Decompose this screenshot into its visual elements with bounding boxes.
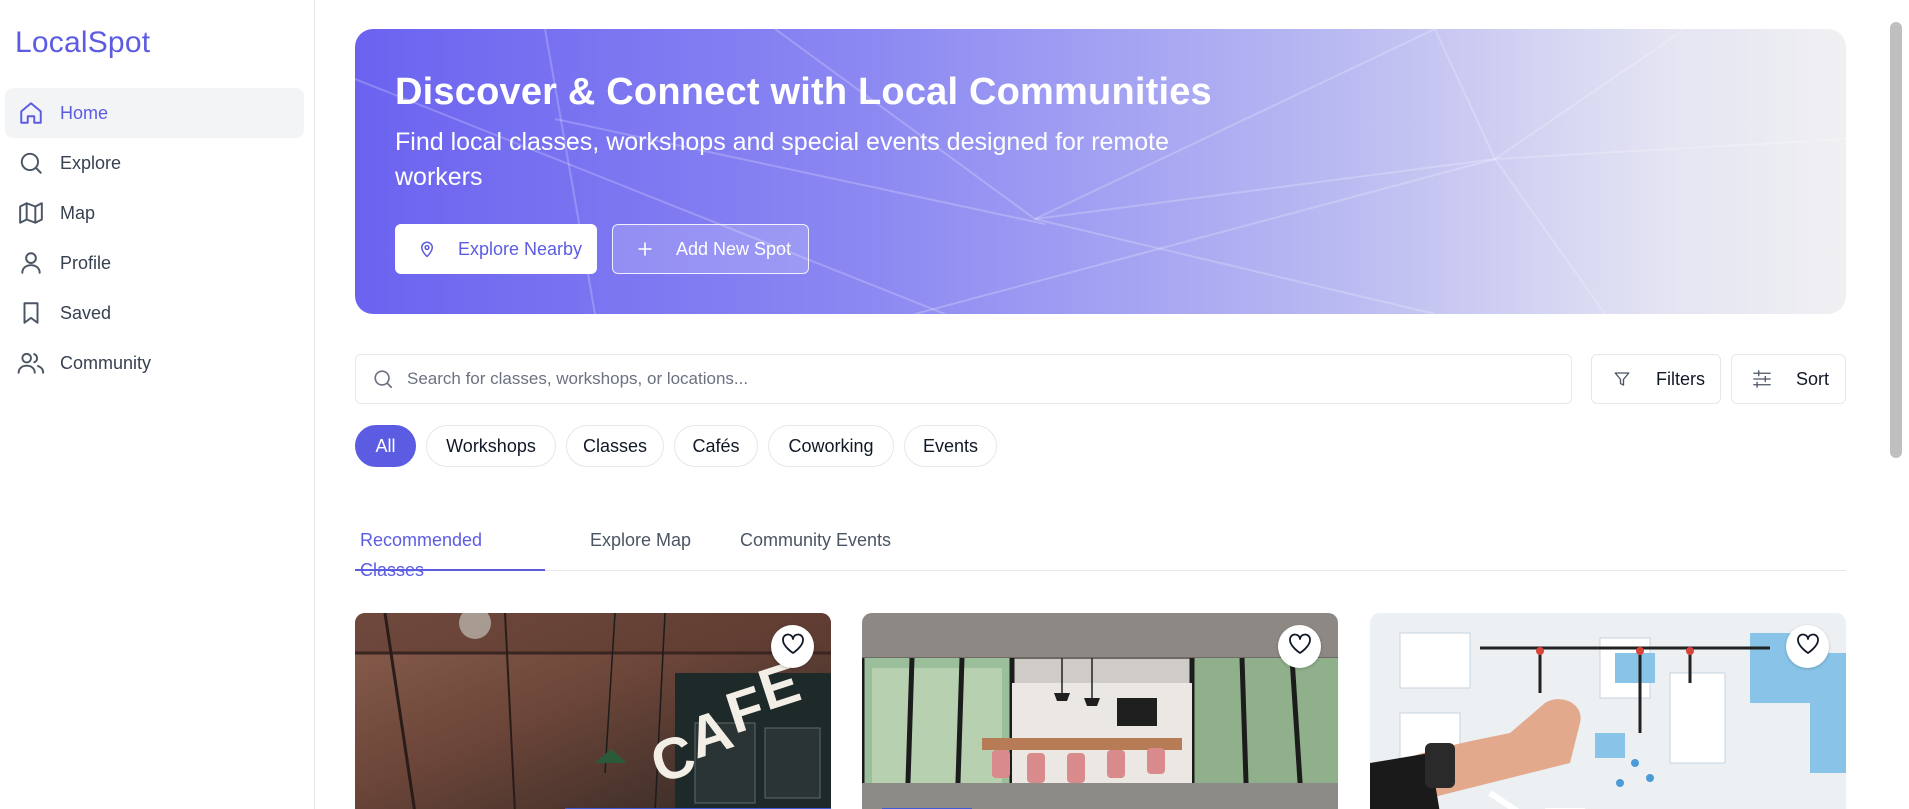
chip-workshops[interactable]: Workshops xyxy=(426,425,556,467)
heart-icon xyxy=(1796,633,1820,660)
sliders-icon xyxy=(1752,369,1772,389)
heart-icon xyxy=(781,633,805,660)
chip-classes[interactable]: Classes xyxy=(566,425,664,467)
bookmark-icon xyxy=(16,298,46,328)
sidebar-nav: Home Explore Map Profile Saved Community xyxy=(5,88,304,388)
filters-label: Filters xyxy=(1656,368,1705,389)
users-icon xyxy=(16,348,46,378)
user-icon xyxy=(16,248,46,278)
class-card[interactable]: C A F E xyxy=(355,613,831,809)
sort-label: Sort xyxy=(1796,368,1830,389)
content-tabs: Recommended Classes Explore Map Communit… xyxy=(355,525,1846,580)
sidebar-item-label: Home xyxy=(60,102,109,123)
sidebar: LocalSpot Home Explore Map Profile Saved… xyxy=(0,0,315,809)
sidebar-item-label: Saved xyxy=(60,302,112,323)
cafe-photo: C A F E xyxy=(355,613,831,809)
favorite-button[interactable] xyxy=(771,625,814,668)
sidebar-item-home[interactable]: Home xyxy=(5,88,304,138)
sidebar-item-label: Explore xyxy=(60,152,122,173)
sidebar-item-label: Community xyxy=(60,352,152,373)
add-new-spot-button[interactable]: Add New Spot xyxy=(612,224,809,274)
class-card[interactable] xyxy=(1370,613,1846,809)
explore-nearby-label: Explore Nearby xyxy=(458,238,583,259)
hero-title: Discover & Connect with Local Communitie… xyxy=(395,71,1212,113)
map-icon xyxy=(16,198,46,228)
main-content: Discover & Connect with Local Communitie… xyxy=(355,29,1846,809)
search-icon xyxy=(371,367,395,391)
whiteboard-planning-photo xyxy=(1370,613,1846,809)
sidebar-item-explore[interactable]: Explore xyxy=(5,138,304,188)
plus-icon xyxy=(635,239,655,259)
search-bar[interactable] xyxy=(355,354,1572,404)
sidebar-item-label: Profile xyxy=(60,252,112,273)
hero-banner: Discover & Connect with Local Communitie… xyxy=(355,29,1846,314)
explore-nearby-button[interactable]: Explore Nearby xyxy=(395,224,597,274)
search-icon xyxy=(16,148,46,178)
brand-logo[interactable]: LocalSpot xyxy=(15,26,150,60)
category-chips: All Workshops Classes Cafés Coworking Ev… xyxy=(355,425,1007,467)
tab-recommended-classes[interactable]: Recommended Classes xyxy=(355,525,545,580)
favorite-button[interactable] xyxy=(1278,625,1321,668)
sidebar-item-community[interactable]: Community xyxy=(5,338,304,388)
sidebar-item-profile[interactable]: Profile xyxy=(5,238,304,288)
search-input[interactable] xyxy=(407,369,1557,389)
chip-events[interactable]: Events xyxy=(904,425,997,467)
filters-button[interactable]: Filters xyxy=(1591,354,1721,404)
sidebar-item-map[interactable]: Map xyxy=(5,188,304,238)
favorite-button[interactable] xyxy=(1786,625,1829,668)
tab-explore-map[interactable]: Explore Map xyxy=(590,525,691,571)
map-pin-icon xyxy=(417,239,437,259)
chip-coworking[interactable]: Coworking xyxy=(768,425,894,467)
heart-icon xyxy=(1288,633,1312,660)
sidebar-item-saved[interactable]: Saved xyxy=(5,288,304,338)
chip-all[interactable]: All xyxy=(355,425,416,467)
home-icon xyxy=(16,98,46,128)
sidebar-item-label: Map xyxy=(60,202,96,223)
sort-button[interactable]: Sort xyxy=(1731,354,1846,404)
tab-community-events[interactable]: Community Events xyxy=(740,525,891,571)
page-scrollbar[interactable] xyxy=(1890,22,1902,458)
class-cards: C A F E xyxy=(355,613,1846,809)
coworking-room-photo xyxy=(862,613,1338,809)
class-card[interactable] xyxy=(862,613,1338,809)
add-new-spot-label: Add New Spot xyxy=(676,238,792,259)
chip-cafes[interactable]: Cafés xyxy=(674,425,758,467)
filter-icon xyxy=(1612,369,1632,389)
hero-subtitle: Find local classes, workshops and specia… xyxy=(395,128,1170,191)
